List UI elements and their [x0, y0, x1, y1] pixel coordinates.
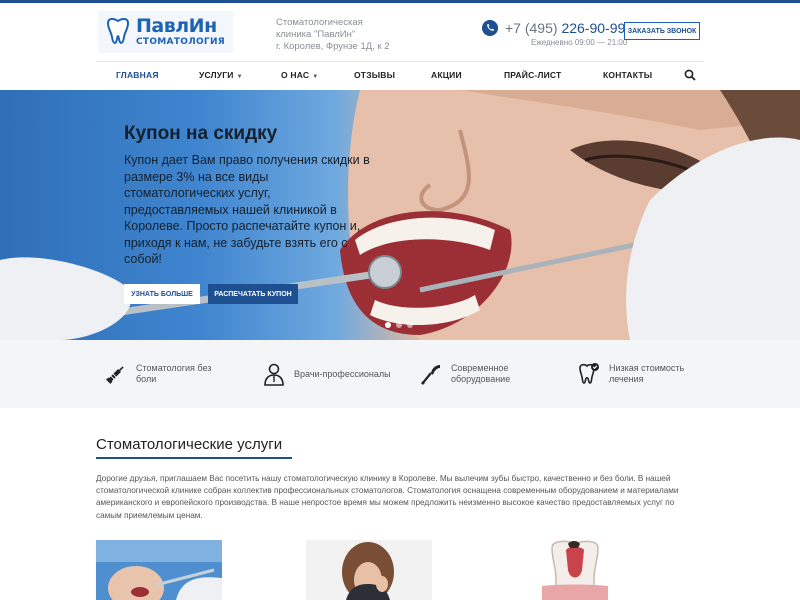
service-thumbnail[interactable]: [96, 540, 222, 600]
callback-button[interactable]: ЗАКАЗАТЬ ЗВОНОК: [624, 22, 700, 40]
nav-item-label: О НАС: [281, 70, 310, 80]
logo-subtitle: СТОМАТОЛОГИЯ: [136, 37, 226, 47]
phone-number[interactable]: +7 (495) 226-90-99: [505, 20, 625, 36]
hero-description: Купон дает Вам право получения скидки в …: [124, 153, 370, 266]
slider-dot-2[interactable]: [396, 322, 402, 328]
feature-item: Стоматология без боли: [104, 362, 211, 386]
service-thumbnail[interactable]: [512, 540, 638, 600]
feature-label: лечения: [609, 374, 644, 384]
syringe-icon: [106, 366, 124, 384]
feature-label: Стоматология без: [136, 363, 212, 373]
phone-prefix: +7 (495): [505, 20, 558, 36]
feature-label: Врачи-профессионалы: [294, 368, 391, 379]
main-nav: ГЛАВНАЯ УСЛУГИ ▼ О НАС ▼ ОТЗЫВЫ АКЦИИ ПРАЙ…: [96, 61, 704, 89]
chevron-down-icon: ▼: [312, 74, 319, 80]
feature-item: Врачи-профессионалы: [262, 362, 391, 386]
chevron-down-icon: ▼: [236, 74, 243, 80]
nav-item-services[interactable]: УСЛУГИ ▼: [199, 70, 243, 80]
nav-item-promotions[interactable]: АКЦИИ: [431, 70, 462, 80]
nav-item-prices[interactable]: ПРАЙС-ЛИСТ: [504, 70, 561, 80]
working-hours: Ежедневно 09:00 — 21:00: [531, 38, 628, 47]
hero-title: Купон на скидку: [124, 123, 278, 144]
section-title: Стоматологические услуги: [96, 436, 283, 453]
learn-more-button[interactable]: УЗНАТЬ БОЛЬШЕ: [124, 284, 200, 304]
feature-item: Низкая стоимость лечения: [577, 362, 684, 386]
nav-item-about[interactable]: О НАС ▼: [281, 70, 318, 80]
slider-dots: [385, 322, 413, 328]
tooth-anatomy-image: [512, 540, 638, 600]
feature-label: Низкая стоимость: [609, 363, 685, 373]
tooth-logo-icon: [106, 17, 130, 44]
feature-item: Современное оборудование: [419, 362, 510, 386]
address-line: клиника "ПавлИн": [276, 29, 356, 40]
nav-item-home[interactable]: ГЛАВНАЯ: [116, 70, 159, 80]
hero-slider: Купон на скидку Купон дает Вам право пол…: [0, 90, 800, 340]
service-thumbnail[interactable]: [306, 540, 432, 600]
hero-image: [0, 90, 800, 340]
slider-dot-1[interactable]: [385, 322, 391, 328]
logo-name: ПавлИн: [136, 15, 217, 37]
nav-item-contacts[interactable]: КОНТАКТЫ: [603, 70, 652, 80]
site-header: ПавлИн СТОМАТОЛОГИЯ Стоматологическая кл…: [0, 3, 800, 59]
address-line: г. Королев, Фрунзе 1Д, к 2: [276, 41, 390, 52]
clinic-address: Стоматологическая клиника "ПавлИн" г. Ко…: [276, 17, 390, 53]
tooth-check-icon: [579, 363, 599, 384]
site-logo[interactable]: ПавлИн СТОМАТОЛОГИЯ: [98, 11, 233, 53]
phone-digits: 226-90-99: [561, 20, 626, 36]
slider-dot-3[interactable]: [407, 322, 413, 328]
features-bar: Стоматология без боли Врачи-профессионал…: [0, 340, 800, 408]
feature-label: боли: [136, 374, 157, 384]
nav-item-reviews[interactable]: ОТЗЫВЫ: [354, 70, 395, 80]
title-underline: [96, 457, 292, 459]
dental-drill-icon: [421, 365, 440, 385]
phone-icon: [482, 20, 498, 36]
search-icon[interactable]: [684, 69, 696, 81]
feature-label: оборудование: [451, 374, 511, 384]
print-coupon-button[interactable]: РАСПЕЧАТАТЬ КУПОН: [208, 284, 298, 304]
address-line: Стоматологическая: [276, 17, 363, 28]
toothache-image: [306, 540, 432, 600]
doctor-icon: [264, 363, 284, 386]
services-intro: Дорогие друзья, приглашаем Вас посетить …: [96, 474, 679, 520]
feature-label: Современное: [451, 363, 509, 373]
dental-exam-image: [96, 540, 222, 600]
nav-item-label: УСЛУГИ: [199, 70, 234, 80]
